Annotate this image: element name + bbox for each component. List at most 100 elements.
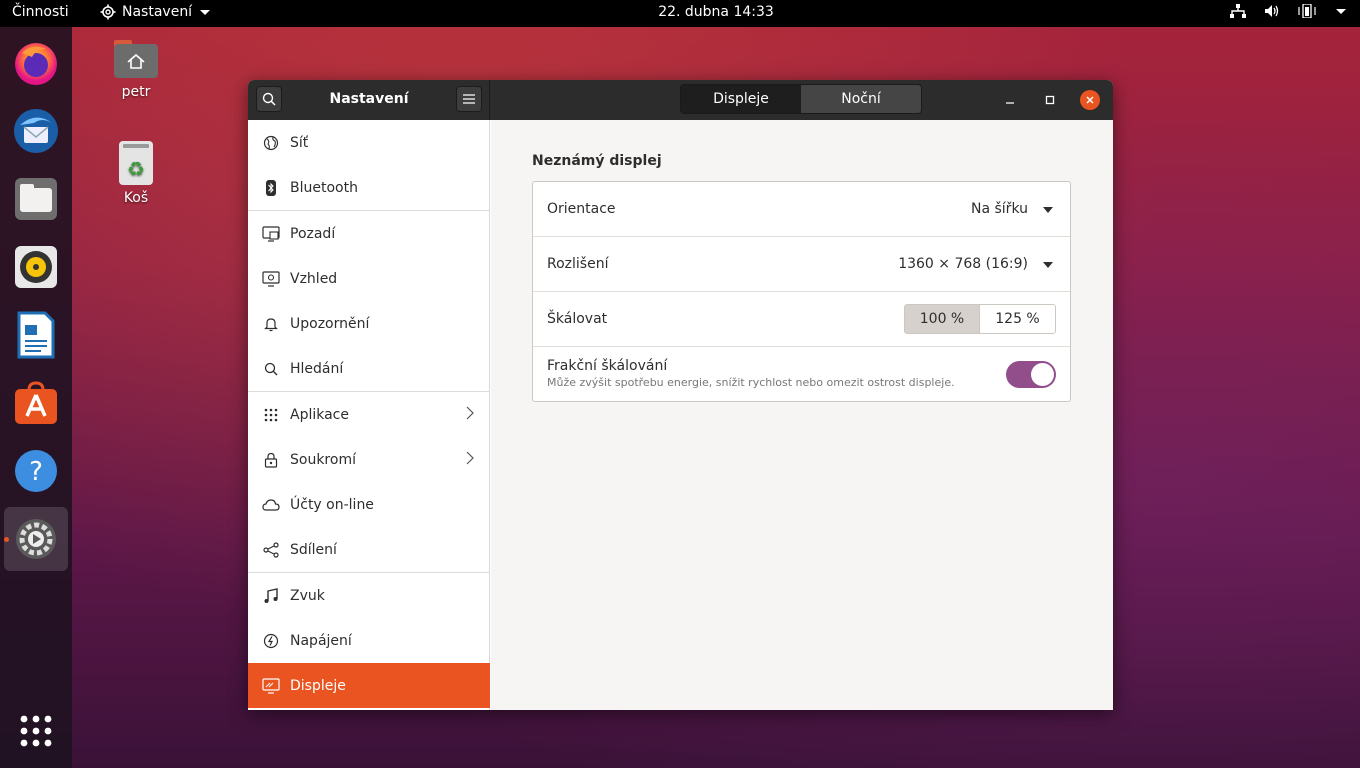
thunderbird-icon xyxy=(14,109,58,153)
sidebar-item-notifications[interactable]: Upozornění xyxy=(248,301,490,346)
fractional-scaling-switch[interactable] xyxy=(1006,361,1056,388)
display-icon xyxy=(261,677,281,694)
minimize-button[interactable] xyxy=(1000,90,1020,110)
scale-option-100[interactable]: 100 % xyxy=(905,305,980,333)
background-icon xyxy=(261,225,281,242)
system-tray[interactable] xyxy=(1230,4,1346,18)
app-grid-icon xyxy=(20,715,52,747)
thunderbird-launcher[interactable] xyxy=(4,99,68,163)
maximize-button[interactable] xyxy=(1040,90,1060,110)
power-icon xyxy=(261,633,281,649)
dock: ? xyxy=(0,27,72,768)
running-indicator xyxy=(4,537,9,542)
grid-icon xyxy=(261,408,281,422)
appearance-icon xyxy=(261,270,281,287)
dropdown-arrow-icon xyxy=(1043,207,1053,213)
resolution-label: Rozlišení xyxy=(547,256,609,272)
scale-selector: 100 % 125 % xyxy=(904,304,1056,334)
close-icon xyxy=(1086,96,1094,104)
document-writer-icon xyxy=(17,311,55,359)
maximize-icon xyxy=(1045,95,1055,105)
resolution-value[interactable]: 1360 × 768 (16:9) xyxy=(898,256,1028,272)
sidebar-item-applications[interactable]: Aplikace xyxy=(248,392,490,437)
fractional-scaling-row: Frakční škálování Může zvýšit spotřebu e… xyxy=(533,347,1070,402)
fractional-scaling-label: Frakční škálování xyxy=(547,358,668,374)
volume-icon xyxy=(1265,5,1279,17)
sidebar-item-power[interactable]: Napájení xyxy=(248,618,490,663)
trash-icon: ♻ xyxy=(119,141,153,185)
sidebar-item-online-accounts[interactable]: Účty on-line xyxy=(248,482,490,527)
lock-icon xyxy=(261,452,281,468)
sidebar-item-label: Bluetooth xyxy=(290,179,358,196)
sidebar-item-label: Pozadí xyxy=(290,225,336,242)
chevron-right-icon xyxy=(466,451,474,469)
software-store-icon xyxy=(15,381,57,424)
hamburger-icon xyxy=(463,94,475,104)
sidebar-item-search[interactable]: Hledání xyxy=(248,346,490,391)
sidebar-item-sound[interactable]: Zvuk xyxy=(248,573,490,618)
sidebar-item-bluetooth[interactable]: Bluetooth xyxy=(248,165,490,210)
svg-text:?: ? xyxy=(29,457,43,487)
music-note-icon xyxy=(261,587,281,604)
firefox-icon xyxy=(15,43,57,85)
help-icon: ? xyxy=(15,450,57,492)
firefox-launcher[interactable] xyxy=(4,31,68,95)
sidebar-item-sharing[interactable]: Sdílení xyxy=(248,527,490,572)
top-bar: Činnosti Nastavení 22. dubna 14:33 xyxy=(0,0,1360,27)
rhythmbox-launcher[interactable] xyxy=(4,235,68,299)
header-bar: Nastavení Displeje Noční světlo xyxy=(248,80,1113,120)
orientation-row[interactable]: Orientace Na šířku xyxy=(533,182,1070,237)
share-icon xyxy=(261,541,281,558)
settings-launcher[interactable] xyxy=(4,507,68,571)
sidebar-item-background[interactable]: Pozadí xyxy=(248,211,490,256)
view-switcher: Displeje Noční světlo xyxy=(680,84,922,114)
software-launcher[interactable] xyxy=(4,371,68,435)
close-button[interactable] xyxy=(1080,90,1100,110)
sidebar-item-displays[interactable]: Displeje xyxy=(248,663,490,708)
desktop-icon-label: Koš xyxy=(123,190,149,206)
scale-row: Škálovat 100 % 125 % xyxy=(533,292,1070,347)
network-icon xyxy=(261,135,281,151)
help-launcher[interactable]: ? xyxy=(4,439,68,503)
writer-launcher[interactable] xyxy=(4,303,68,367)
sidebar-item-label: Soukromí xyxy=(290,451,356,468)
resolution-row[interactable]: Rozlišení 1360 × 768 (16:9) xyxy=(533,237,1070,292)
sidebar-item-label: Účty on-line xyxy=(290,496,374,513)
menu-button[interactable] xyxy=(456,86,482,112)
scale-option-125[interactable]: 125 % xyxy=(980,305,1055,333)
chevron-right-icon xyxy=(466,406,474,424)
sidebar-item-label: Displeje xyxy=(290,677,346,694)
desktop-icon-home[interactable]: petr xyxy=(101,36,171,100)
window-title: Nastavení xyxy=(329,91,409,107)
sidebar-item-label: Vzhled xyxy=(290,270,338,287)
switch-knob xyxy=(1031,363,1054,386)
tab-displays[interactable]: Displeje xyxy=(681,85,801,113)
displays-panel: Neznámý displej Orientace Na šířku Rozli… xyxy=(491,120,1113,710)
bluetooth-icon xyxy=(261,179,281,196)
network-wired-icon xyxy=(1230,4,1246,18)
home-folder-icon xyxy=(114,40,158,78)
sidebar-item-privacy[interactable]: Soukromí xyxy=(248,437,490,482)
sidebar-item-appearance[interactable]: Vzhled xyxy=(248,256,490,301)
chevron-down-icon xyxy=(1336,8,1346,14)
fractional-scaling-description: Může zvýšit spotřebu energie, snížit ryc… xyxy=(547,376,955,389)
orientation-value[interactable]: Na šířku xyxy=(971,201,1028,217)
sidebar-item-network[interactable]: Síť xyxy=(248,120,490,165)
show-applications-button[interactable] xyxy=(4,699,68,763)
tab-night-light[interactable]: Noční světlo xyxy=(801,85,921,113)
sidebar-item-label: Aplikace xyxy=(290,406,349,423)
files-launcher[interactable] xyxy=(4,167,68,231)
orientation-label: Orientace xyxy=(547,201,616,217)
sidebar-header: Nastavení xyxy=(248,80,490,120)
display-settings-list: Orientace Na šířku Rozlišení 1360 × 768 … xyxy=(532,181,1071,402)
minimize-icon xyxy=(1006,102,1014,104)
desktop-icon-trash[interactable]: ♻ Koš xyxy=(101,140,171,206)
search-icon xyxy=(261,362,281,376)
sidebar-item-label: Síť xyxy=(290,134,309,151)
clock[interactable]: 22. dubna 14:33 xyxy=(0,4,1360,20)
sidebar-item-label: Napájení xyxy=(290,632,352,649)
battery-icon xyxy=(1298,4,1316,18)
scale-label: Škálovat xyxy=(547,311,608,327)
sidebar-item-label: Zvuk xyxy=(290,587,325,604)
desktop-icon-label: petr xyxy=(121,84,151,100)
